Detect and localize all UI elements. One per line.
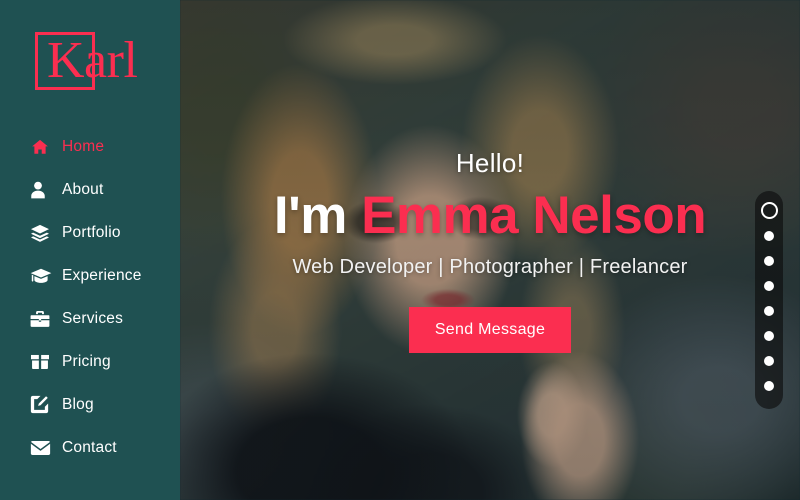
slider-dot-7[interactable] xyxy=(764,356,774,366)
hero-title-prefix: I'm xyxy=(273,185,362,245)
box-icon xyxy=(30,351,56,373)
slider-dot-4[interactable] xyxy=(764,281,774,291)
sidebar-item-label: Contact xyxy=(62,438,117,456)
sidebar-nav: Home About Portfolio Experience Services… xyxy=(0,125,180,469)
sidebar-item-label: Experience xyxy=(62,266,142,284)
user-icon xyxy=(30,179,56,201)
slider-dot-6[interactable] xyxy=(764,331,774,341)
briefcase-icon xyxy=(30,308,56,330)
slider-dot-3[interactable] xyxy=(764,256,774,266)
sidebar-item-portfolio[interactable]: Portfolio xyxy=(0,211,180,254)
logo-text: Karl xyxy=(47,32,138,89)
graduation-cap-icon xyxy=(30,265,56,287)
sidebar-item-label: Services xyxy=(62,309,124,327)
sidebar-item-home[interactable]: Home xyxy=(0,125,180,168)
envelope-icon xyxy=(30,437,56,459)
sidebar-item-experience[interactable]: Experience xyxy=(0,254,180,297)
hero-content: Hello! I'm Emma Nelson Web Developer | P… xyxy=(180,0,800,500)
slider-dot-8[interactable] xyxy=(764,381,774,391)
home-icon xyxy=(30,136,56,158)
sidebar-item-label: About xyxy=(62,180,104,198)
sidebar-item-about[interactable]: About xyxy=(0,168,180,211)
send-message-button[interactable]: Send Message xyxy=(409,306,571,353)
slider-dot-5[interactable] xyxy=(764,306,774,316)
sidebar-item-contact[interactable]: Contact xyxy=(0,426,180,469)
hero-title: I'm Emma Nelson xyxy=(273,185,707,246)
sidebar-item-services[interactable]: Services xyxy=(0,297,180,340)
sidebar-item-label: Blog xyxy=(62,395,94,413)
sidebar-item-pricing[interactable]: Pricing xyxy=(0,340,180,383)
sidebar-item-label: Pricing xyxy=(62,352,111,370)
hero-subtitle: Web Developer | Photographer | Freelance… xyxy=(292,255,688,278)
hero-greeting: Hello! xyxy=(455,147,525,178)
layers-icon xyxy=(30,222,56,244)
logo[interactable]: Karl xyxy=(0,20,180,100)
hero-title-name: Emma Nelson xyxy=(361,185,707,245)
sidebar: Karl Home About Portfolio Experience Ser… xyxy=(0,0,180,500)
sidebar-item-blog[interactable]: Blog xyxy=(0,383,180,426)
sidebar-item-label: Home xyxy=(62,137,105,155)
sidebar-item-label: Portfolio xyxy=(62,223,121,241)
slider-dot-1[interactable] xyxy=(760,202,778,219)
hero-section: Hello! I'm Emma Nelson Web Developer | P… xyxy=(180,0,800,500)
pen-square-icon xyxy=(30,394,56,416)
page-root: Karl Home About Portfolio Experience Ser… xyxy=(0,0,800,500)
slider-pagination xyxy=(755,191,783,409)
slider-dot-2[interactable] xyxy=(764,231,774,241)
